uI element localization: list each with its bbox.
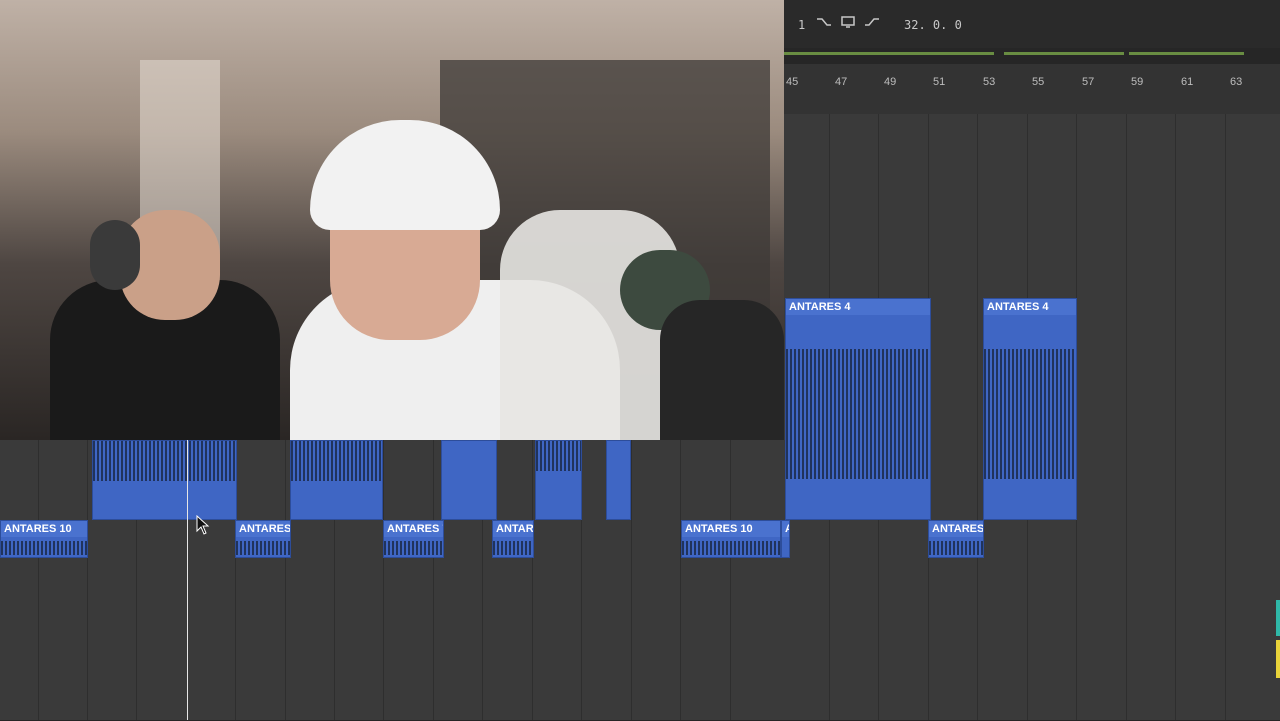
position-display[interactable]: 32. 0. 0 xyxy=(904,18,962,32)
webcam-overlay xyxy=(0,0,784,440)
audio-clip[interactable]: ANTARES 4 xyxy=(235,520,291,558)
track-lane[interactable] xyxy=(0,640,1280,681)
clip-name: ANTARES 4 xyxy=(984,299,1076,315)
track-lane[interactable] xyxy=(0,600,1280,641)
audio-clip[interactable]: ANTARES 4 xyxy=(785,298,931,520)
ruler-label: 63 xyxy=(1230,76,1243,88)
audio-clip[interactable] xyxy=(92,440,237,520)
audio-clip[interactable] xyxy=(290,440,383,520)
transport-bar: 1 32. 0. 0 xyxy=(784,0,1280,48)
ruler-label: 55 xyxy=(1032,76,1045,88)
audio-clip[interactable]: ANTARES 10 xyxy=(681,520,781,558)
audio-clip[interactable]: A xyxy=(781,520,790,558)
clip-name: ANTARES 4 xyxy=(786,299,930,315)
clip-name: ANTARES 4 xyxy=(929,521,983,537)
playhead[interactable] xyxy=(187,440,188,720)
clip-name: ANTARES 10 xyxy=(682,521,780,537)
ruler-label: 59 xyxy=(1131,76,1144,88)
mouse-pointer-icon xyxy=(196,514,210,540)
fade-out-icon[interactable] xyxy=(864,14,880,33)
ruler-label: 51 xyxy=(933,76,946,88)
ruler-label: 57 xyxy=(1082,76,1095,88)
track-lane[interactable] xyxy=(0,680,1280,721)
clip-name: ANTARES 4 xyxy=(236,521,290,537)
audio-clip[interactable] xyxy=(441,440,497,520)
ruler-label: 53 xyxy=(983,76,996,88)
audio-clip[interactable]: ANTARES 10 xyxy=(0,520,88,558)
ruler-label: 47 xyxy=(835,76,848,88)
bar-ruler[interactable]: 45 47 49 51 53 55 57 59 61 63 xyxy=(784,64,1280,115)
loop-icon[interactable] xyxy=(840,14,856,33)
audio-clip[interactable]: ANTARES 7 xyxy=(383,520,444,558)
track-lane[interactable] xyxy=(0,560,1280,601)
overview-bar[interactable] xyxy=(784,48,1280,65)
clip-name: ANTARES 7 xyxy=(384,521,443,537)
loop-number[interactable]: 1 xyxy=(798,18,805,32)
audio-clip[interactable] xyxy=(535,440,582,520)
clip-name: A xyxy=(782,521,789,537)
ruler-label: 61 xyxy=(1181,76,1194,88)
audio-clip[interactable] xyxy=(606,440,631,520)
audio-clip[interactable]: ANTARES 4 xyxy=(928,520,984,558)
fade-in-icon[interactable] xyxy=(816,14,832,33)
clip-name: ANTARES 10 xyxy=(1,521,87,537)
ruler-label: 45 xyxy=(786,76,799,88)
clip-name: ANTARE xyxy=(493,521,533,537)
audio-clip[interactable]: ANTARES 4 xyxy=(983,298,1077,520)
ruler-label: 49 xyxy=(884,76,897,88)
audio-clip[interactable]: ANTARE xyxy=(492,520,534,558)
track-lane[interactable] xyxy=(0,520,1280,561)
